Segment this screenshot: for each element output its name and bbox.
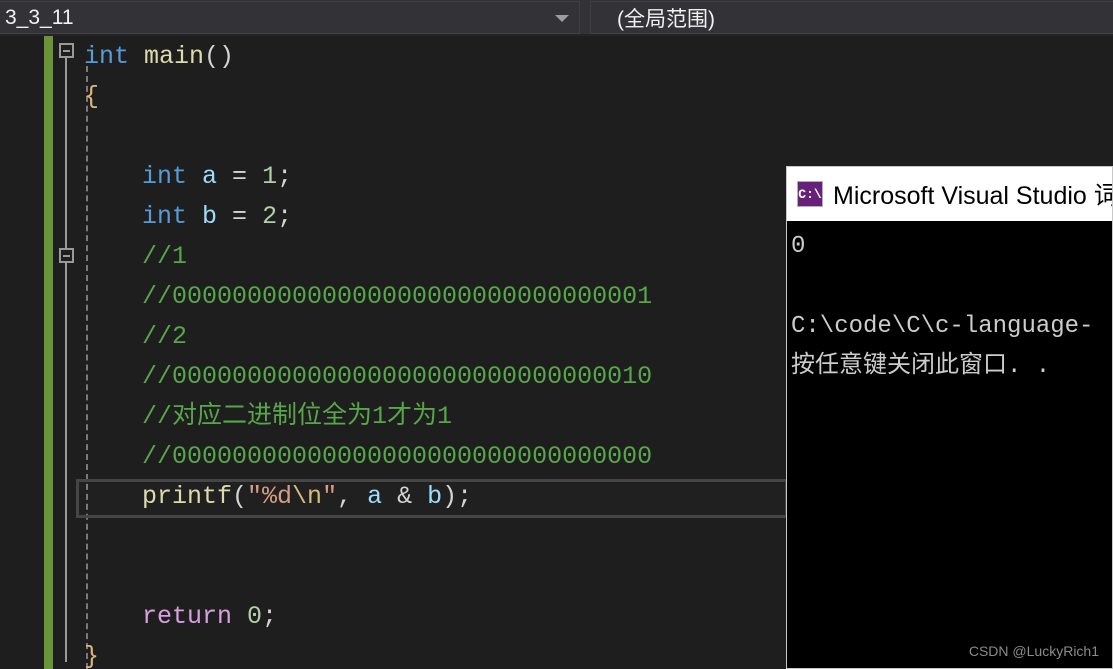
- console-titlebar[interactable]: C:\ Microsoft Visual Studio 词: [787, 167, 1112, 221]
- cmd-prompt-icon: C:\: [797, 181, 823, 207]
- console-line: 0: [791, 233, 806, 260]
- code-line[interactable]: int b = 2;: [142, 197, 292, 237]
- code-line[interactable]: //00000000000000000000000000000010: [142, 357, 652, 397]
- code-line[interactable]: //00000000000000000000000000000000: [142, 437, 652, 477]
- csdn-watermark: CSDN @LuckyRich1: [968, 643, 1099, 659]
- code-token: &: [382, 482, 428, 511]
- code-token: //1: [142, 242, 188, 271]
- code-line[interactable]: {: [84, 77, 99, 117]
- code-token: b: [202, 202, 218, 231]
- code-line[interactable]: //00000000000000000000000000000001: [142, 277, 652, 317]
- console-output: 0 C:\code\C\c-language- 按任意键关闭此窗口. .: [787, 221, 1112, 668]
- console-line: C:\code\C\c-language-: [791, 313, 1094, 340]
- editor-navigation-bar: 3_3_11 (全局范围): [0, 0, 1113, 36]
- code-token: //00000000000000000000000000000010: [142, 362, 653, 391]
- code-token: ": [322, 482, 338, 511]
- code-line[interactable]: int a = 1;: [142, 157, 292, 197]
- code-token: );: [442, 482, 473, 511]
- code-token: (): [204, 42, 235, 71]
- code-token: "%d: [247, 482, 293, 511]
- fold-line-block: [65, 262, 67, 662]
- scope-combobox[interactable]: 3_3_11: [0, 1, 580, 34]
- code-token: 1: [262, 162, 278, 191]
- code-token: =: [217, 202, 263, 231]
- code-token: //00000000000000000000000000000001: [142, 282, 653, 311]
- code-token: ;: [277, 202, 293, 231]
- console-title-text: Microsoft Visual Studio 词: [833, 182, 1112, 210]
- code-token: a: [367, 482, 383, 511]
- code-token: int: [84, 42, 130, 71]
- change-tracking-bar: [44, 36, 53, 669]
- code-token: b: [427, 482, 443, 511]
- code-token: 0: [247, 602, 263, 631]
- member-combobox[interactable]: (全局范围): [590, 1, 1113, 34]
- console-window[interactable]: C:\ Microsoft Visual Studio 词 0 C:\code\C…: [786, 166, 1113, 669]
- indent-guide: [86, 66, 88, 669]
- code-token: 2: [262, 202, 278, 231]
- code-token: int: [142, 162, 188, 191]
- code-line[interactable]: }: [84, 637, 99, 669]
- fold-marker-main[interactable]: [59, 43, 74, 58]
- code-line[interactable]: //1: [142, 237, 187, 277]
- console-line: 按任意键关闭此窗口. .: [791, 353, 1051, 380]
- scope-combobox-value: 3_3_11: [5, 5, 74, 29]
- chevron-down-icon[interactable]: [555, 14, 569, 22]
- code-token: //对应二进制位全为1才为1: [142, 402, 453, 431]
- code-token: return: [142, 602, 233, 631]
- code-token: (: [232, 482, 248, 511]
- code-token: //2: [142, 322, 188, 351]
- code-line[interactable]: int main(): [84, 37, 234, 77]
- member-combobox-value: (全局范围): [617, 7, 715, 31]
- code-token: \n: [292, 482, 323, 511]
- code-token: main: [144, 42, 205, 71]
- code-token: }: [84, 642, 100, 669]
- code-token: printf: [142, 482, 233, 511]
- code-line[interactable]: //对应二进制位全为1才为1: [142, 397, 452, 437]
- code-token: a: [202, 162, 218, 191]
- code-token: ;: [262, 602, 278, 631]
- code-token: =: [217, 162, 263, 191]
- code-line[interactable]: return 0;: [142, 597, 277, 637]
- code-line[interactable]: printf("%d\n", a & b);: [142, 477, 472, 517]
- cmd-prompt-icon-glyph: C:\: [798, 187, 822, 202]
- code-token: ;: [277, 162, 293, 191]
- code-token: {: [84, 82, 100, 111]
- code-token: int: [142, 202, 188, 231]
- code-token: //00000000000000000000000000000000: [142, 442, 653, 471]
- fold-line-main: [65, 50, 67, 262]
- code-token: ,: [337, 482, 368, 511]
- vs-editor-screenshot: 3_3_11 (全局范围) int main(){int a = 1; int b…: [0, 0, 1113, 669]
- fold-marker-block[interactable]: [59, 248, 74, 263]
- code-line[interactable]: //2: [142, 317, 187, 357]
